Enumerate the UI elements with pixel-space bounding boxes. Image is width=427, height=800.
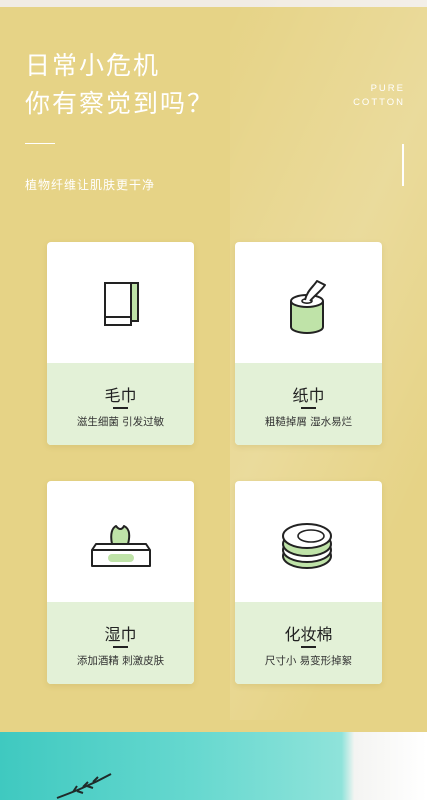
card-wet-wipes: 湿巾 添加酒精 刺激皮肤 [47,481,194,684]
plant-decoration-icon [56,773,112,799]
title-line-1: 日常小危机 [25,51,161,80]
towel-icon [47,270,194,340]
badge-line-2: COTTON [353,97,405,108]
card-title-underline [113,407,128,409]
card-title: 毛巾 [104,386,137,405]
card-description: 尺寸小 易变形掉絮 [264,655,353,667]
vertical-accent-bar [402,144,404,186]
tissue-roll-icon [235,270,382,340]
card-description: 粗糙掉屑 湿水易烂 [264,416,353,428]
card-cotton-pads: 化妆棉 尺寸小 易变形掉絮 [235,481,382,684]
wet-wipes-box-icon [47,509,194,579]
page: 日常小危机 你有察觉到吗？ PURE COTTON 植物纤维让肌肤更干净 毛巾 … [0,0,427,800]
pure-cotton-badge: PURE COTTON [353,82,405,110]
card-title: 纸巾 [292,386,325,405]
title-line-2: 你有察觉到吗？ [25,89,215,118]
card-title-underline [301,407,316,409]
card-description: 滋生细菌 引发过敏 [76,416,165,428]
bottom-banner [0,732,427,800]
card-description: 添加酒精 刺激皮肤 [76,655,165,667]
title-divider [25,143,55,144]
subtitle: 植物纤维让肌肤更干净 [25,178,156,192]
card-title: 化妆棉 [284,625,333,644]
card-towel: 毛巾 滋生细菌 引发过敏 [47,242,194,445]
card-tissue: 纸巾 粗糙掉屑 湿水易烂 [235,242,382,445]
card-title: 湿巾 [104,625,137,644]
card-title-underline [301,646,316,648]
badge-line-1: PURE [370,83,405,94]
cotton-pads-icon [235,509,382,579]
card-title-underline [113,646,128,648]
